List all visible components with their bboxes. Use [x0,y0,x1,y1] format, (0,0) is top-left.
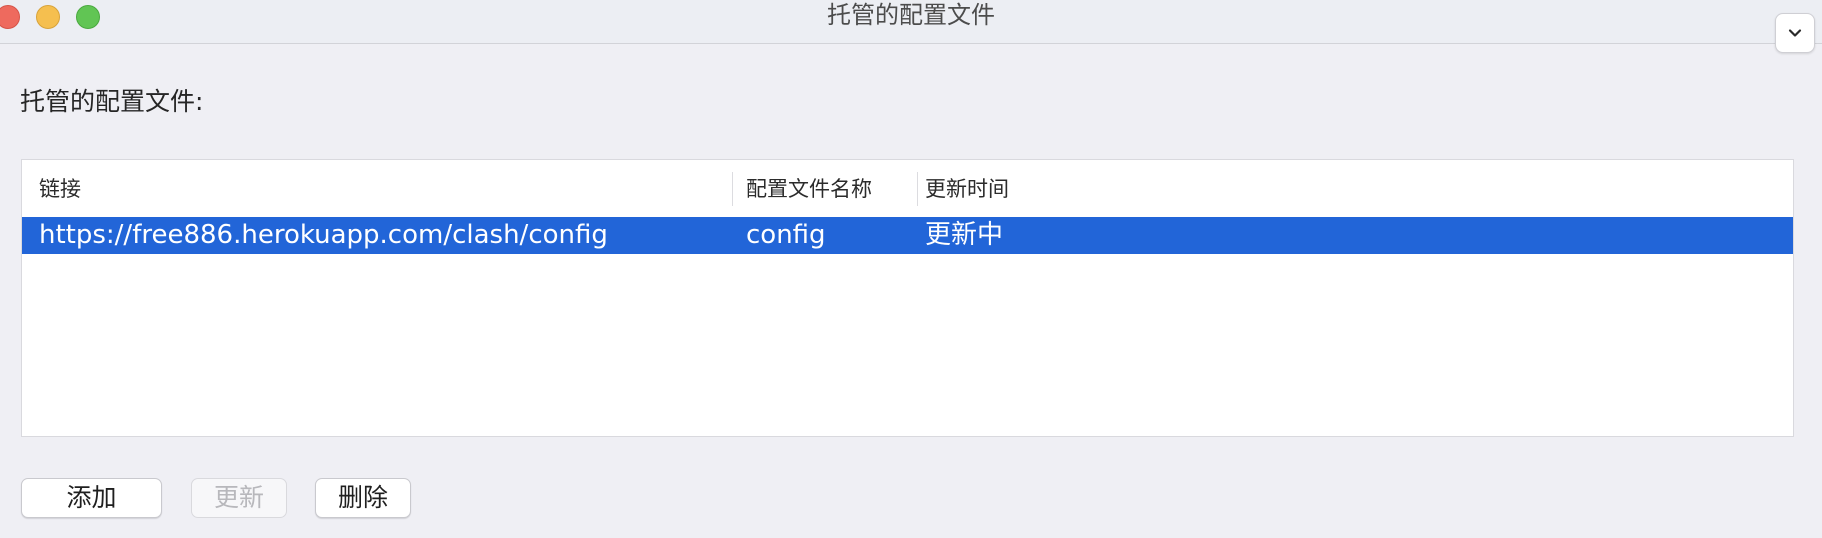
table-header: 链接 配置文件名称 更新时间 [22,160,1793,216]
update-button[interactable]: 更新 [191,478,287,518]
column-header-link[interactable]: 链接 [39,174,81,204]
window-title: 托管的配置文件 [827,1,995,29]
cell-update-time: 更新中 [925,220,1004,250]
config-table: 链接 配置文件名称 更新时间 https://free886.herokuapp… [21,159,1794,437]
chevron-down-icon [1788,29,1802,37]
section-label: 托管的配置文件: [20,87,204,116]
table-row[interactable]: https://free886.herokuapp.com/clash/conf… [22,217,1793,254]
delete-button[interactable]: 删除 [315,478,411,518]
add-button[interactable]: 添加 [21,478,162,518]
column-header-config-name[interactable]: 配置文件名称 [746,174,872,204]
collapse-button[interactable] [1775,13,1815,53]
window: 托管的配置文件 托管的配置文件: 链接 配置文件名称 更新时间 https://… [0,0,1822,538]
cell-link: https://free886.herokuapp.com/clash/conf… [39,220,608,250]
cell-config-name: config [746,220,826,250]
column-resize-handle[interactable] [732,172,733,206]
column-header-update-time[interactable]: 更新时间 [925,174,1009,204]
title-bar: 托管的配置文件 [0,0,1822,44]
column-resize-handle[interactable] [917,172,918,206]
